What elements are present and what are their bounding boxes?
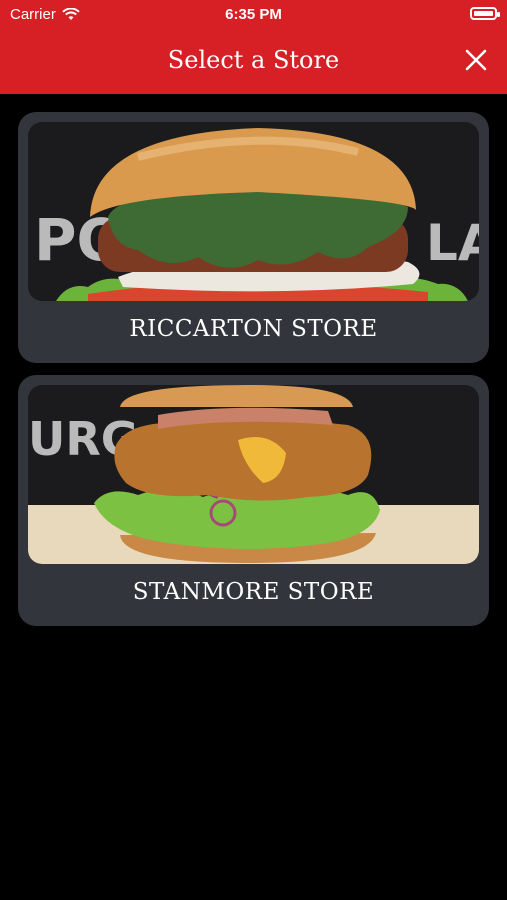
burger-photo: PO LA: [28, 122, 479, 301]
store-label: STANMORE STORE: [132, 579, 375, 605]
status-bar: Carrier 6:35 PM: [0, 0, 507, 28]
page-title: Select a Store: [167, 46, 340, 74]
status-time: 6:35 PM: [225, 6, 282, 23]
battery-icon: [470, 7, 500, 20]
store-card-stanmore[interactable]: URG STANMORE STORE: [18, 375, 489, 626]
app-header: Carrier 6:35 PM Select a Store: [0, 0, 507, 94]
burger-photo: URG: [28, 385, 479, 564]
svg-text:LA: LA: [426, 214, 479, 272]
store-card-riccarton[interactable]: PO LA RICCARTON STORE: [18, 112, 489, 363]
store-label: RICCARTON STORE: [129, 316, 378, 342]
close-icon[interactable]: [463, 47, 489, 73]
